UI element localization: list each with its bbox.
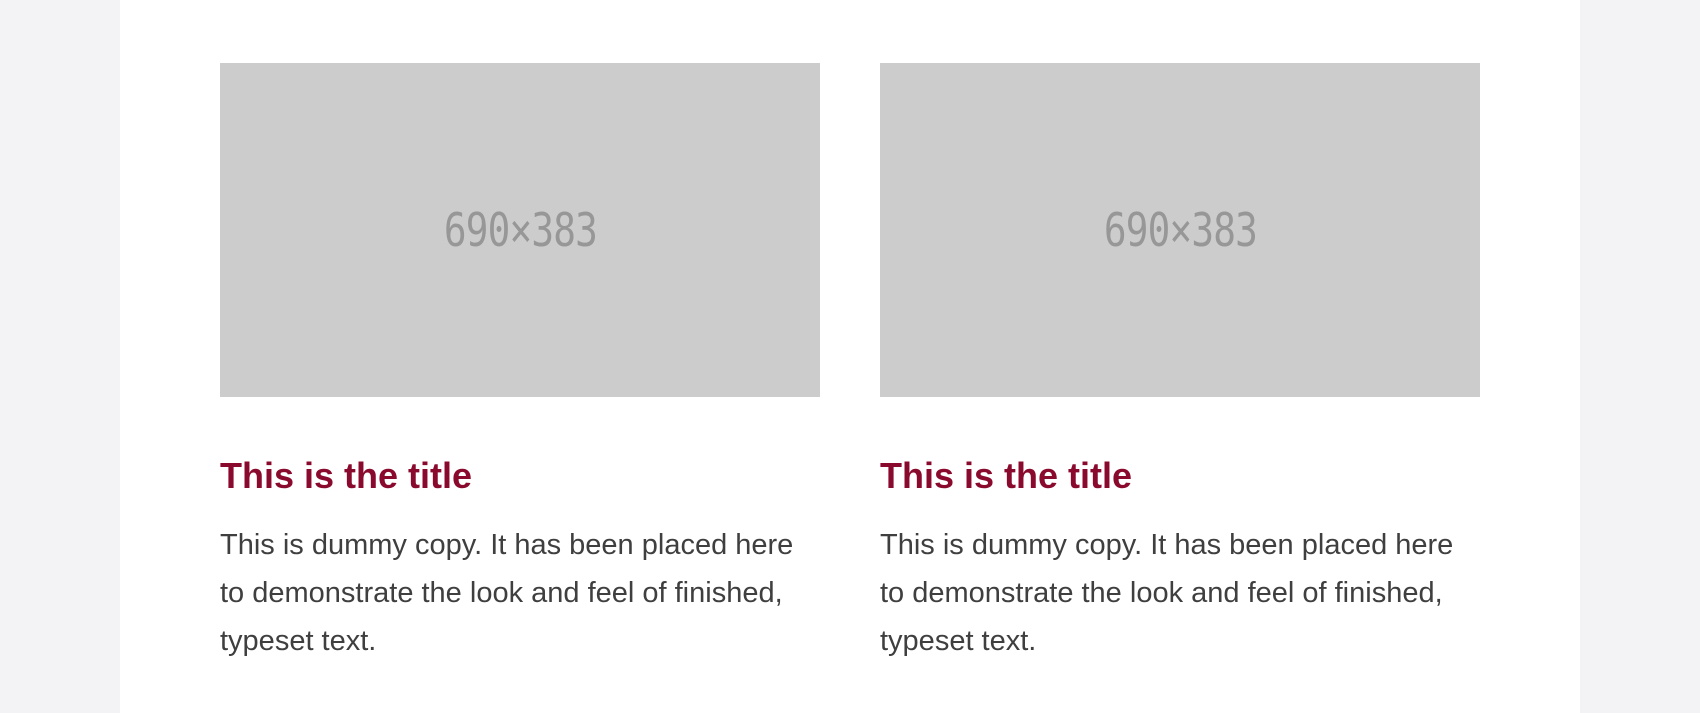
card-grid: 690×383 This is the title This is dummy … [220,63,1480,665]
card-2: 690×383 This is the title This is dummy … [880,63,1480,665]
card-body-text: This is dummy copy. It has been placed h… [220,529,794,657]
card-title: This is the title [880,455,1133,496]
image-dimensions-label: 690×383 [443,203,597,257]
card-1: 690×383 This is the title This is dummy … [220,63,820,665]
card-body-text: This is dummy copy. It has been placed h… [880,529,1454,657]
card-title: This is the title [220,455,473,496]
content-panel: 690×383 This is the title This is dummy … [120,0,1580,713]
card-image-placeholder: 690×383 [880,63,1480,397]
card-image-placeholder: 690×383 [220,63,820,397]
image-dimensions-label: 690×383 [1103,203,1257,257]
